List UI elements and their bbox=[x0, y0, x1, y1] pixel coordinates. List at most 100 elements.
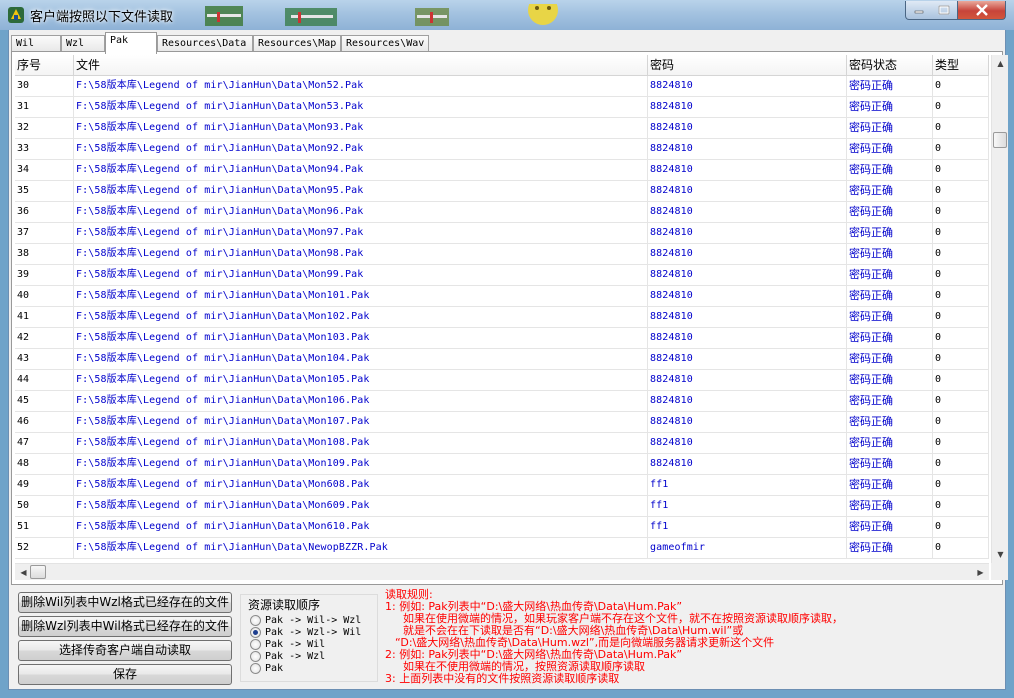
table-row[interactable]: 42 F:\58版本库\Legend of mir\JianHun\Data\Mo… bbox=[15, 328, 989, 349]
cell-password: 8824810 bbox=[648, 223, 847, 244]
table-row[interactable]: 36 F:\58版本库\Legend of mir\JianHun\Data\Mo… bbox=[15, 202, 989, 223]
table-row[interactable]: 47 F:\58版本库\Legend of mir\JianHun\Data\Mo… bbox=[15, 433, 989, 454]
table-row[interactable]: 50 F:\58版本库\Legend of mir\JianHun\Data\Mo… bbox=[15, 496, 989, 517]
delete-wzl-duplicates-button[interactable]: 删除Wzl列表中Wil格式已经存在的文件 bbox=[18, 616, 232, 637]
cell-password: ff1 bbox=[648, 475, 847, 496]
cell-index: 37 bbox=[15, 223, 74, 244]
delete-wil-duplicates-button[interactable]: 删除Wil列表中Wzl格式已经存在的文件 bbox=[18, 592, 232, 613]
cell-index: 48 bbox=[15, 454, 74, 475]
table-row[interactable]: 31 F:\58版本库\Legend of mir\JianHun\Data\Mo… bbox=[15, 97, 989, 118]
table-row[interactable]: 32 F:\58版本库\Legend of mir\JianHun\Data\Mo… bbox=[15, 118, 989, 139]
column-header-index[interactable]: 序号 bbox=[15, 55, 74, 76]
table-row[interactable]: 49 F:\58版本库\Legend of mir\JianHun\Data\Mo… bbox=[15, 475, 989, 496]
cell-password-status: 密码正确 bbox=[847, 328, 933, 349]
read-order-option-label: Pak -> Wzl-> Wil bbox=[265, 626, 362, 638]
cell-index: 43 bbox=[15, 349, 74, 370]
cell-type: 0 bbox=[933, 307, 989, 328]
column-header-type[interactable]: 类型 bbox=[933, 55, 989, 76]
radio-button-selected[interactable] bbox=[250, 626, 261, 638]
tab-pak[interactable]: Pak bbox=[105, 32, 157, 54]
radio-button[interactable] bbox=[250, 662, 261, 674]
vertical-scroll-thumb[interactable] bbox=[993, 132, 1007, 148]
cell-type: 0 bbox=[933, 181, 989, 202]
cell-password-status: 密码正确 bbox=[847, 433, 933, 454]
vertical-scrollbar[interactable]: ▲ ▼ bbox=[991, 55, 1008, 563]
cell-password-status: 密码正确 bbox=[847, 202, 933, 223]
scroll-right-arrow-icon[interactable]: ▶ bbox=[973, 565, 988, 580]
radio-button[interactable] bbox=[250, 638, 261, 650]
table-row[interactable]: 37 F:\58版本库\Legend of mir\JianHun\Data\Mo… bbox=[15, 223, 989, 244]
cell-file-path: F:\58版本库\Legend of mir\JianHun\Data\Mon9… bbox=[74, 160, 648, 181]
read-order-option[interactable]: Pak -> Wzl bbox=[250, 650, 325, 662]
cell-type: 0 bbox=[933, 517, 989, 538]
read-order-title: 资源读取顺序 bbox=[248, 598, 321, 612]
table-row[interactable]: 51 F:\58版本库\Legend of mir\JianHun\Data\Mo… bbox=[15, 517, 989, 538]
cell-password: gameofmir bbox=[648, 538, 847, 559]
cell-index: 33 bbox=[15, 139, 74, 160]
scroll-down-arrow-icon[interactable]: ▼ bbox=[993, 547, 1008, 562]
read-order-option[interactable]: Pak -> Wil-> Wzl bbox=[250, 614, 361, 626]
cell-file-path: F:\58版本库\Legend of mir\JianHun\Data\Mon9… bbox=[74, 265, 648, 286]
table-row[interactable]: 46 F:\58版本库\Legend of mir\JianHun\Data\Mo… bbox=[15, 412, 989, 433]
cell-type: 0 bbox=[933, 139, 989, 160]
radio-button[interactable] bbox=[250, 614, 261, 626]
radio-button[interactable] bbox=[250, 650, 261, 662]
scroll-up-arrow-icon[interactable]: ▲ bbox=[993, 56, 1008, 71]
save-button[interactable]: 保存 bbox=[18, 664, 232, 685]
cell-password: 8824810 bbox=[648, 265, 847, 286]
cell-password-status: 密码正确 bbox=[847, 538, 933, 559]
table-row[interactable]: 40 F:\58版本库\Legend of mir\JianHun\Data\Mo… bbox=[15, 286, 989, 307]
maximize-button[interactable] bbox=[931, 1, 958, 20]
title-bar[interactable]: 客户端按照以下文件读取 bbox=[0, 0, 1014, 30]
table-row[interactable]: 39 F:\58版本库\Legend of mir\JianHun\Data\Mo… bbox=[15, 265, 989, 286]
app-icon[interactable] bbox=[7, 6, 25, 24]
cell-password-status: 密码正确 bbox=[847, 475, 933, 496]
table-row[interactable]: 33 F:\58版本库\Legend of mir\JianHun\Data\Mo… bbox=[15, 139, 989, 160]
cell-file-path: F:\58版本库\Legend of mir\JianHun\Data\Newo… bbox=[74, 538, 648, 559]
cell-password: 8824810 bbox=[648, 202, 847, 223]
read-order-option[interactable]: Pak -> Wzl-> Wil bbox=[250, 626, 361, 638]
table-row[interactable]: 44 F:\58版本库\Legend of mir\JianHun\Data\Mo… bbox=[15, 370, 989, 391]
horizontal-scrollbar[interactable]: ◀ ▶ bbox=[15, 563, 989, 580]
scrollbar-corner bbox=[991, 563, 1008, 580]
cell-file-path: F:\58版本库\Legend of mir\JianHun\Data\Mon1… bbox=[74, 370, 648, 391]
table-row[interactable]: 30 F:\58版本库\Legend of mir\JianHun\Data\Mo… bbox=[15, 76, 989, 97]
horizontal-scroll-thumb[interactable] bbox=[30, 565, 46, 579]
cell-password-status: 密码正确 bbox=[847, 118, 933, 139]
cell-password: 8824810 bbox=[648, 370, 847, 391]
table-row[interactable]: 52 F:\58版本库\Legend of mir\JianHun\Data\Ne… bbox=[15, 538, 989, 559]
cell-file-path: F:\58版本库\Legend of mir\JianHun\Data\Mon9… bbox=[74, 118, 648, 139]
read-order-option[interactable]: Pak -> Wil bbox=[250, 638, 325, 650]
table-row[interactable]: 35 F:\58版本库\Legend of mir\JianHun\Data\Mo… bbox=[15, 181, 989, 202]
cell-index: 45 bbox=[15, 391, 74, 412]
auto-read-client-button[interactable]: 选择传奇客户端自动读取 bbox=[18, 640, 232, 661]
table-row[interactable]: 48 F:\58版本库\Legend of mir\JianHun\Data\Mo… bbox=[15, 454, 989, 475]
cell-file-path: F:\58版本库\Legend of mir\JianHun\Data\Mon6… bbox=[74, 475, 648, 496]
cell-index: 42 bbox=[15, 328, 74, 349]
cell-password: 8824810 bbox=[648, 139, 847, 160]
table-row[interactable]: 34 F:\58版本库\Legend of mir\JianHun\Data\Mo… bbox=[15, 160, 989, 181]
cell-type: 0 bbox=[933, 244, 989, 265]
table-row[interactable]: 45 F:\58版本库\Legend of mir\JianHun\Data\Mo… bbox=[15, 391, 989, 412]
cell-index: 46 bbox=[15, 412, 74, 433]
cell-index: 51 bbox=[15, 517, 74, 538]
column-header-password-status[interactable]: 密码状态 bbox=[847, 55, 933, 76]
cell-password-status: 密码正确 bbox=[847, 286, 933, 307]
cell-password: 8824810 bbox=[648, 412, 847, 433]
cell-file-path: F:\58版本库\Legend of mir\JianHun\Data\Mon1… bbox=[74, 454, 648, 475]
minimize-button[interactable] bbox=[905, 1, 932, 20]
cell-file-path: F:\58版本库\Legend of mir\JianHun\Data\Mon9… bbox=[74, 181, 648, 202]
close-button[interactable] bbox=[958, 1, 1006, 20]
column-header-file[interactable]: 文件 bbox=[74, 55, 648, 76]
column-header-password[interactable]: 密码 bbox=[648, 55, 847, 76]
table-row[interactable]: 38 F:\58版本库\Legend of mir\JianHun\Data\Mo… bbox=[15, 244, 989, 265]
cell-index: 32 bbox=[15, 118, 74, 139]
cell-type: 0 bbox=[933, 118, 989, 139]
scroll-left-arrow-icon[interactable]: ◀ bbox=[16, 565, 31, 580]
cell-password-status: 密码正确 bbox=[847, 496, 933, 517]
cell-index: 47 bbox=[15, 433, 74, 454]
read-order-option[interactable]: Pak bbox=[250, 662, 283, 674]
table-row[interactable]: 41 F:\58版本库\Legend of mir\JianHun\Data\Mo… bbox=[15, 307, 989, 328]
table-row[interactable]: 43 F:\58版本库\Legend of mir\JianHun\Data\Mo… bbox=[15, 349, 989, 370]
file-list-table[interactable]: 序号 文件 密码 密码状态 类型 30 F:\58版本库\Legend of mi… bbox=[15, 55, 989, 563]
